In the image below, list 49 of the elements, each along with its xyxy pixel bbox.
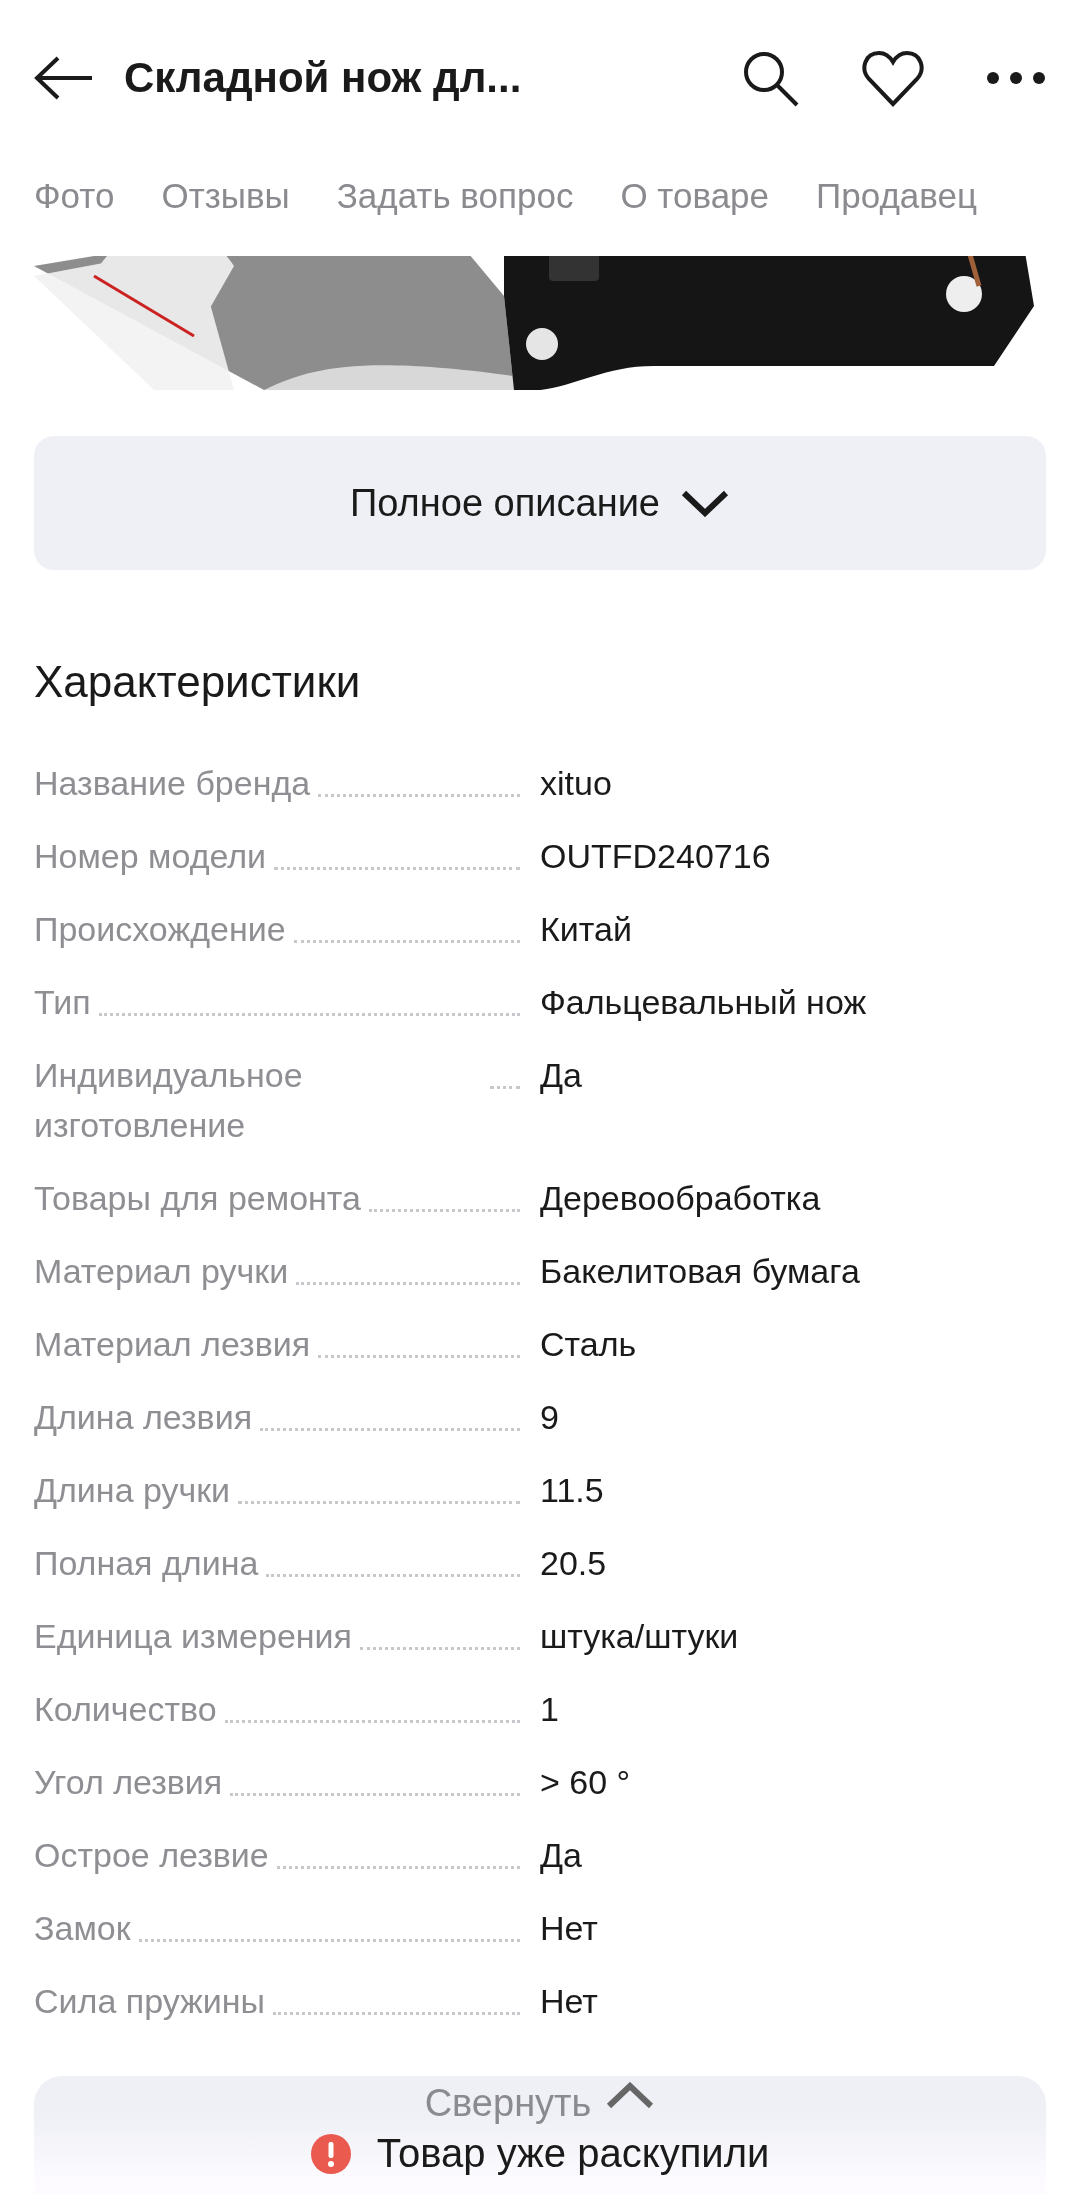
page-title: Складной нож дл... (124, 54, 523, 102)
spec-label: Индивидуальное изготовление (34, 1055, 304, 1146)
spec-value: Бакелитовая бумага (540, 1251, 861, 1292)
section-tab[interactable]: Задать вопрос (336, 176, 574, 226)
full-description-button[interactable]: Полное описание (34, 436, 1046, 570)
spec-label: Количество (34, 1689, 217, 1730)
chevron-down-icon (680, 489, 730, 517)
section-tab[interactable]: Продавец (816, 176, 977, 226)
spec-value: 9 (540, 1397, 560, 1438)
spec-value: Деревообработка (540, 1178, 822, 1219)
spec-label: Номер модели (34, 836, 267, 877)
spec-label: Длина ручки (34, 1470, 231, 1511)
spec-label: Материал ручки (34, 1251, 289, 1292)
spec-label: Материал лезвия (34, 1324, 311, 1365)
spec-value: > 60 ° (540, 1762, 632, 1803)
back-icon[interactable] (34, 56, 94, 100)
spec-label: Название бренда (34, 763, 311, 804)
spec-label: Товары для ремонта (34, 1178, 361, 1219)
section-tab[interactable]: Фото (34, 176, 115, 226)
spec-label: Полная длина (34, 1543, 259, 1584)
spec-value: OUTFD240716 (540, 836, 772, 877)
spec-value: Китай (540, 909, 633, 950)
spec-value: Да (540, 1055, 583, 1096)
spec-label: Длина лезвия (34, 1397, 253, 1438)
spec-value: 1 (540, 1689, 560, 1730)
spec-value: 20.5 (540, 1543, 608, 1584)
spec-value: Да (540, 1835, 583, 1876)
spec-label: Острое лезвие (34, 1835, 269, 1876)
more-icon[interactable] (986, 71, 1046, 85)
spec-label: Единица измерения (34, 1616, 352, 1657)
toast-message: Товар уже раскупили (376, 2131, 770, 2176)
spec-label: Замок (34, 1908, 131, 1949)
spec-label: Тип (34, 982, 91, 1023)
spec-value: 11.5 (540, 1470, 605, 1511)
heart-icon[interactable] (862, 49, 924, 107)
spec-label: Происхождение (34, 909, 286, 950)
warning-icon (310, 2133, 351, 2174)
spec-label: Сила пружины (34, 1981, 265, 2022)
spec-label: Угол лезвия (34, 1762, 223, 1803)
chevron-up-icon (605, 2082, 656, 2110)
spec-value: xituo (540, 763, 613, 804)
spec-value: Нет (540, 1981, 599, 2022)
section-tab[interactable]: Отзывы (161, 176, 290, 226)
spec-value: Нет (540, 1908, 599, 1949)
section-title: Характеристики (34, 656, 362, 708)
spec-value: Сталь (540, 1324, 638, 1365)
spec-value: Фальцевальный нож (540, 982, 868, 1023)
spec-value: штука/штуки (540, 1616, 740, 1657)
section-tab[interactable]: О товаре (620, 176, 770, 226)
